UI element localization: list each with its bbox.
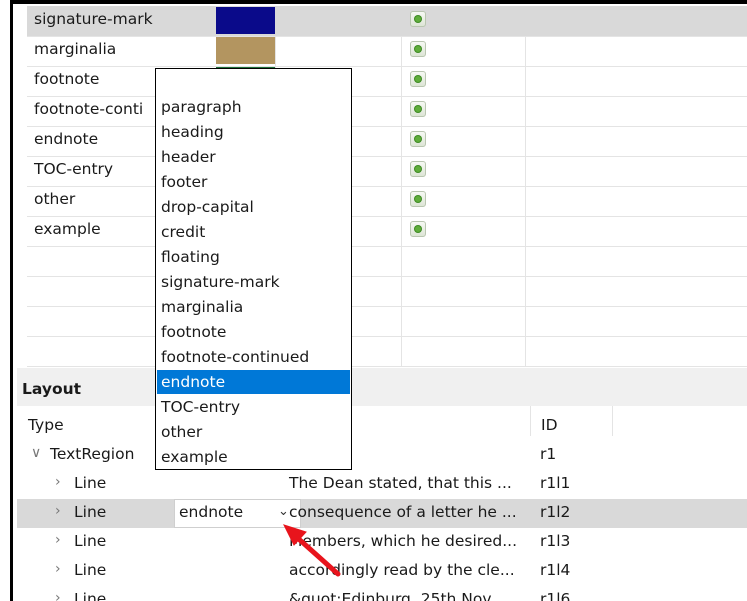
- row-id: r1l3: [540, 532, 571, 550]
- dropdown-option-footnote-continued[interactable]: footnote-continued: [157, 345, 350, 369]
- layout-title: Layout: [22, 380, 82, 398]
- expand-chevron-icon[interactable]: ›: [55, 503, 61, 519]
- column-divider: [530, 406, 531, 436]
- empty-row: [27, 306, 747, 337]
- color-swatch[interactable]: [216, 7, 275, 34]
- add-shortcut-icon[interactable]: [410, 101, 426, 117]
- dropdown-option-paragraph[interactable]: paragraph: [157, 95, 350, 119]
- expand-chevron-icon[interactable]: ›: [55, 590, 61, 601]
- color-swatch[interactable]: [216, 37, 275, 64]
- structure-type-row[interactable]: signature-mark: [27, 6, 747, 37]
- structure-type-row[interactable]: TOC-entry: [27, 156, 747, 187]
- dropdown-option-toc-entry[interactable]: TOC-entry: [157, 395, 350, 419]
- row-text: consequence of a letter he ...: [289, 503, 517, 521]
- add-shortcut-icon[interactable]: [410, 221, 426, 237]
- empty-row: [27, 336, 747, 367]
- structure-type-name: other: [34, 190, 76, 208]
- row-text: &quot;Edinburg, 25th Nov...: [289, 590, 506, 601]
- row-id: r1l4: [540, 561, 571, 579]
- dropdown-option-signature-mark[interactable]: signature-mark: [157, 270, 350, 294]
- row-type: Line: [74, 532, 107, 550]
- tree-row-line[interactable]: › Line &quot;Edinburg, 25th Nov... r1l6: [17, 586, 747, 601]
- structure-type-name: example: [34, 220, 101, 238]
- structure-type-dropdown[interactable]: paragraph heading header footer drop-capital…: [155, 68, 352, 470]
- structure-type-name: TOC-entry: [34, 160, 114, 178]
- structure-type-name: footnote-conti: [34, 100, 144, 118]
- structure-type-row[interactable]: marginalia: [27, 36, 747, 67]
- dropdown-option-header[interactable]: header: [157, 145, 350, 169]
- expand-chevron-icon[interactable]: ›: [55, 474, 61, 490]
- add-shortcut-icon[interactable]: [410, 161, 426, 177]
- dropdown-option-endnote[interactable]: endnote: [157, 370, 350, 394]
- structure-type-name: endnote: [34, 130, 99, 148]
- add-shortcut-icon[interactable]: [410, 41, 426, 57]
- dropdown-option-drop-capital[interactable]: drop-capital: [157, 195, 350, 219]
- row-type: TextRegion: [50, 445, 135, 463]
- dropdown-option-empty[interactable]: [157, 71, 350, 95]
- row-id: r1l1: [540, 474, 571, 492]
- row-type: Line: [74, 590, 107, 601]
- row-type: Line: [74, 474, 107, 492]
- chevron-down-icon[interactable]: ⌄: [278, 504, 289, 519]
- row-type: Line: [74, 503, 107, 521]
- dropdown-option-example[interactable]: example: [157, 445, 350, 469]
- empty-row: [27, 276, 747, 307]
- tree-row-textregion[interactable]: ∨ TextRegion r1: [17, 441, 747, 470]
- structure-type-row[interactable]: example: [27, 216, 747, 247]
- window-border-left: [10, 0, 13, 601]
- tree-row-line[interactable]: › Line Members, which he desired... r1l3: [17, 528, 747, 557]
- annotation-arrow: [283, 524, 341, 577]
- structure-type-name: footnote: [34, 70, 100, 88]
- add-shortcut-icon[interactable]: [410, 131, 426, 147]
- dropdown-option-marginalia[interactable]: marginalia: [157, 295, 350, 319]
- tree-row-line[interactable]: › Line accordingly read by the cle... r1…: [17, 557, 747, 586]
- structure-type-value: endnote: [179, 503, 244, 521]
- dropdown-option-other[interactable]: other: [157, 420, 350, 444]
- row-id: r1: [540, 445, 557, 463]
- row-type: Line: [74, 561, 107, 579]
- add-shortcut-icon[interactable]: [410, 11, 426, 27]
- dropdown-option-floating[interactable]: floating: [157, 245, 350, 269]
- structure-type-row[interactable]: footnote: [27, 66, 747, 97]
- add-shortcut-icon[interactable]: [410, 191, 426, 207]
- empty-row: [27, 246, 747, 277]
- dropdown-option-footer[interactable]: footer: [157, 170, 350, 194]
- row-text: The Dean stated, that this ...: [289, 474, 512, 492]
- layout-panel-header: [17, 368, 747, 406]
- structure-types-table: signature-mark marginalia footnote footn…: [27, 6, 747, 367]
- expand-chevron-icon[interactable]: ›: [55, 532, 61, 548]
- column-header-id[interactable]: ID: [541, 416, 558, 434]
- row-id: r1l2: [540, 503, 571, 521]
- add-shortcut-icon[interactable]: [410, 71, 426, 87]
- column-header-type[interactable]: Type: [28, 416, 64, 434]
- expand-chevron-icon[interactable]: ›: [55, 561, 61, 577]
- structure-type-row[interactable]: endnote: [27, 126, 747, 157]
- tree-row-line-selected[interactable]: › Line endnote ⌄ consequence of a letter…: [17, 499, 747, 528]
- structure-type-name: signature-mark: [34, 10, 153, 28]
- structure-type-name: marginalia: [34, 40, 117, 58]
- structure-type-row[interactable]: other: [27, 186, 747, 217]
- dropdown-option-credit[interactable]: credit: [157, 220, 350, 244]
- column-divider: [612, 406, 613, 436]
- dropdown-option-heading[interactable]: heading: [157, 120, 350, 144]
- window-border-top: [10, 0, 747, 4]
- collapse-chevron-icon[interactable]: ∨: [31, 445, 41, 461]
- structure-type-row[interactable]: footnote-conti: [27, 96, 747, 127]
- tree-row-line[interactable]: › Line The Dean stated, that this ... r1…: [17, 470, 747, 499]
- dropdown-option-footnote[interactable]: footnote: [157, 320, 350, 344]
- row-id: r1l6: [540, 590, 571, 601]
